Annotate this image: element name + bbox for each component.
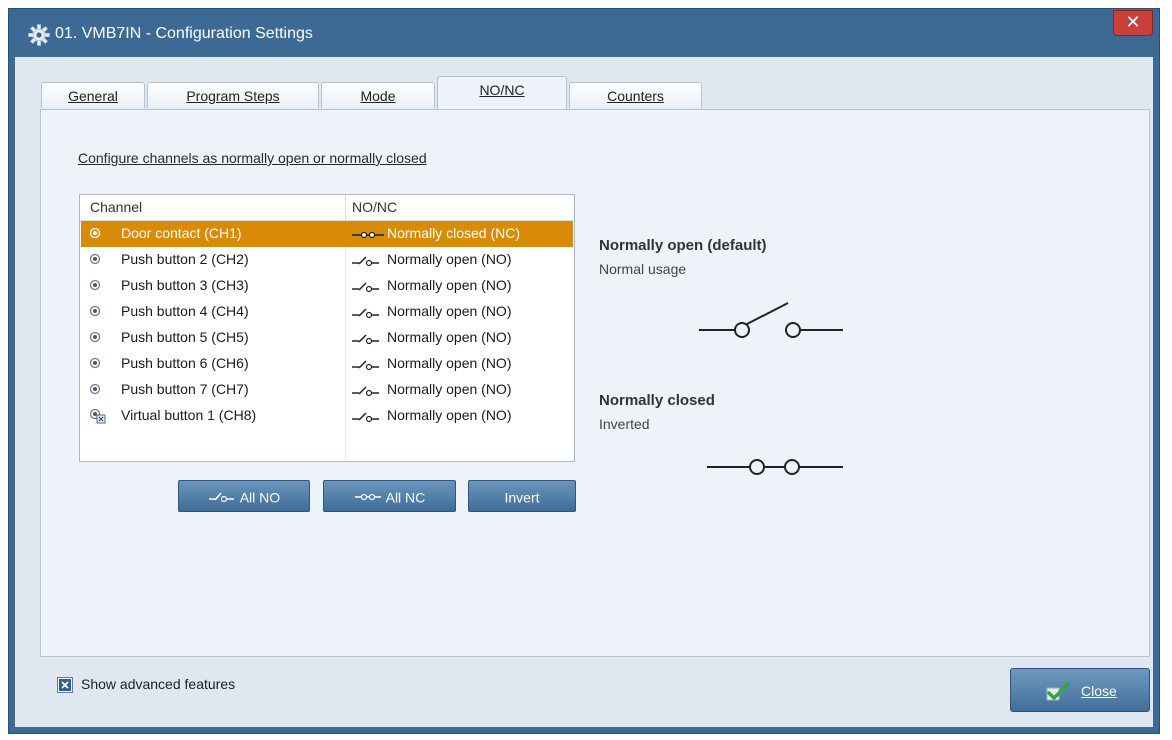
channel-name: Push button 5 (CH5) [121,329,249,345]
channel-state: Normally open (NO) [387,277,512,293]
channel-name: Push button 4 (CH4) [121,303,249,319]
legend-open-subtitle: Normal usage [599,261,687,277]
tab-panel: Configure channels as normally open or n… [40,109,1150,657]
open-switch-icon [352,256,379,267]
channel-name: Push button 7 (CH7) [121,381,249,397]
panel-heading: Configure channels as normally open or n… [78,150,427,166]
legend-closed-subtitle: Inverted [599,416,650,432]
open-switch-icon [352,334,379,345]
virtual-button-icon [89,408,106,424]
close-button[interactable]: Close [1010,668,1150,712]
window-title: 01. VMB7IN - Configuration Settings [55,25,313,42]
channel-name: Push button 6 (CH6) [121,355,249,371]
column-header-state[interactable]: NO/NC [352,199,397,215]
legend-closed-title: Normally closed [599,392,715,409]
close-label: Close [1081,683,1117,699]
config-window: 01. VMB7IN - Configuration Settings ✕ Ge… [8,8,1160,734]
radio-icon [89,383,101,395]
gear-icon [28,24,50,46]
radio-icon [89,305,101,317]
channel-row[interactable]: Push button 6 (CH6) Normally open (NO) [81,351,573,377]
channel-list[interactable]: Channel NO/NC Door contact (CH1) Normall… [79,194,575,462]
channel-state: Normally open (NO) [387,303,512,319]
channel-state: Normally closed (NC) [387,225,521,241]
radio-icon [89,227,101,239]
open-switch-icon [352,282,379,293]
channel-row[interactable]: Push button 5 (CH5) Normally open (NO) [81,325,573,351]
channel-row[interactable]: Push button 4 (CH4) Normally open (NO) [81,299,573,325]
legend-open-title: Normally open (default) [599,237,767,254]
open-switch-icon [352,308,379,319]
channel-state: Normally open (NO) [387,407,512,423]
channel-name: Push button 2 (CH2) [121,251,249,267]
channel-row[interactable]: Push button 2 (CH2) Normally open (NO) [81,247,573,273]
open-switch-icon [352,360,379,371]
channel-name: Door contact (CH1) [121,225,242,241]
channel-name: Virtual button 1 (CH8) [121,407,257,423]
normally-open-symbol [699,302,843,338]
channel-state: Normally open (NO) [387,381,512,397]
open-switch-icon [208,492,234,503]
tab-program-steps[interactable]: Program Steps [147,82,319,108]
radio-icon [89,253,101,265]
channel-row[interactable]: Push button 3 (CH3) Normally open (NO) [81,273,573,299]
channel-row[interactable]: Virtual button 1 (CH8) Normally open (NO… [81,403,573,429]
radio-icon [89,279,101,291]
checkbox-icon[interactable] [57,677,73,693]
channel-row[interactable]: Push button 7 (CH7) Normally open (NO) [81,377,573,403]
open-switch-icon [352,412,379,423]
normally-closed-symbol [707,459,843,475]
channel-row[interactable]: Door contact (CH1) Normally closed (NC) [81,221,573,247]
all-no-label: All NO [239,489,281,506]
tab-mode[interactable]: Mode [321,82,435,108]
radio-icon [89,357,101,369]
client-area: General Program Steps Mode NO/NC Counter… [15,57,1153,727]
invert-button[interactable]: Invert [468,480,576,512]
tab-counters[interactable]: Counters [569,82,702,108]
closed-switch-icon [354,494,381,501]
tab-no-nc[interactable]: NO/NC [437,76,567,109]
channel-state: Normally open (NO) [387,329,512,345]
check-icon [1046,682,1070,701]
channel-state: Normally open (NO) [387,251,512,267]
tab-general[interactable]: General [41,82,145,108]
all-nc-button[interactable]: All NC [323,480,456,512]
list-header: Channel NO/NC [80,195,574,221]
title-bar[interactable]: 01. VMB7IN - Configuration Settings ✕ [9,9,1159,63]
invert-label: Invert [504,489,540,506]
channel-state: Normally open (NO) [387,355,512,371]
all-nc-label: All NC [385,489,426,506]
column-header-channel[interactable]: Channel [90,199,142,215]
advanced-features-label: Show advanced features [81,676,236,692]
window-close-button[interactable]: ✕ [1113,10,1153,36]
checkmark-x-icon [59,679,71,691]
column-divider[interactable] [345,195,346,220]
all-no-button[interactable]: All NO [178,480,310,512]
channel-name: Push button 3 (CH3) [121,277,249,293]
closed-switch-icon [352,231,384,239]
radio-icon [89,331,101,343]
open-switch-icon [352,386,379,397]
